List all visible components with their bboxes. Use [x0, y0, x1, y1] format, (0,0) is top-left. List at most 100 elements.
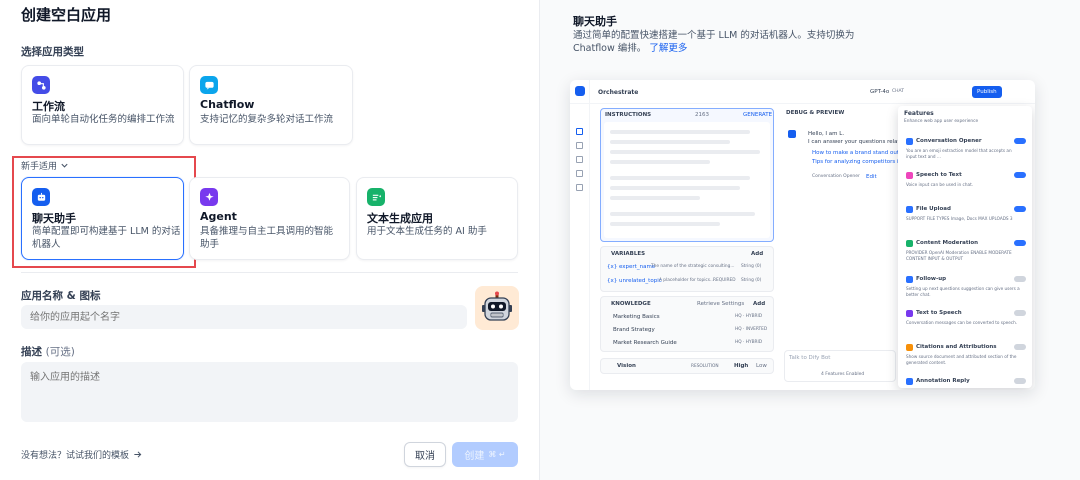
chatflow-icon — [200, 76, 218, 94]
feature-item: Speech to Text Voice input can be used in… — [906, 172, 1026, 200]
feature-toggle — [1014, 172, 1026, 178]
preview-panel: 聊天助手 通过简单的配置快速搭建一个基于 LLM 的对话机器人。支持切换为 Ch… — [540, 0, 1080, 480]
preview-sidebar — [570, 80, 590, 390]
card-title: 文本生成应用 — [367, 212, 433, 225]
card-title: Chatflow — [200, 98, 255, 111]
feature-icon — [906, 310, 913, 317]
publish-button: Publish — [972, 86, 1002, 98]
model-mode: CHAT — [892, 89, 905, 94]
enter-key-icon: ⌘ ↵ — [488, 450, 506, 459]
features-title: Features — [904, 110, 934, 117]
logs-icon — [576, 156, 583, 163]
var-key: {x} unrelated_topic — [607, 278, 662, 284]
feature-desc: You are an emoji extraction model that a… — [906, 148, 1012, 159]
app-name-input[interactable] — [21, 305, 467, 329]
retrieve-settings: Retrieve Settings — [697, 301, 745, 307]
preview-screenshot: Orchestrate GPT-4o CHAT Publish INSTRUCT… — [570, 80, 1035, 390]
feature-desc: Conversation messages can be converted t… — [906, 320, 1018, 325]
feature-item: Citations and Attributions Show source do… — [906, 344, 1026, 372]
card-desc: 支持记忆的复杂多轮对话工作流 — [200, 114, 334, 125]
orchestrate-icon — [576, 128, 583, 135]
feature-desc: PROVIDER OpenAI Moderation ENABLE MODERA… — [906, 250, 1012, 261]
kb-name: Market Research Guide — [613, 340, 677, 346]
variables-section: VARIABLES Add {x} expert_name The name o… — [600, 246, 774, 292]
variables-add: Add — [751, 251, 764, 257]
vision-label: Vision — [617, 363, 636, 369]
preview-header-title: Orchestrate — [598, 89, 639, 96]
highlight-box — [12, 156, 196, 268]
feature-toggle — [1014, 206, 1026, 212]
feature-toggle — [1014, 240, 1026, 246]
feature-icon — [906, 172, 913, 179]
resolution-label: RESOLUTION — [691, 364, 719, 369]
chat-greeting: Hello, I am L. — [808, 131, 845, 137]
feature-toggle — [1014, 344, 1026, 350]
var-type: String (0) — [741, 264, 762, 269]
create-button[interactable]: 创建 ⌘ ↵ — [452, 442, 518, 467]
description-optional: (可选) — [45, 346, 75, 358]
feature-item: Conversation Opener You are an emoji extr… — [906, 138, 1026, 166]
app-type-card-workflow[interactable]: 工作流 面向单轮自动化任务的编排工作流 — [21, 65, 184, 145]
preview-desc-text: 通过简单的配置快速搭建一个基于 LLM 的对话机器人。支持切换为 Chatflo… — [573, 30, 855, 54]
divider — [21, 272, 518, 273]
arrow-right-icon — [134, 451, 142, 458]
feature-toggle — [1014, 310, 1026, 316]
app-type-card-text-generator[interactable]: 文本生成应用 用于文本生成任务的 AI 助手 — [356, 177, 518, 260]
app-icon-picker[interactable] — [475, 286, 519, 330]
resolution-low: Low — [756, 363, 767, 369]
app-type-label: 选择应用类型 — [21, 46, 84, 58]
feature-desc: Voice input can be used in chat. — [906, 182, 974, 187]
var-req: REQUIRED — [713, 278, 736, 283]
opener-label: Conversation Opener — [812, 174, 860, 179]
feature-item: Annotation Reply — [906, 378, 1026, 390]
preview-desc: 通过简单的配置快速搭建一个基于 LLM 的对话机器人。支持切换为 Chatflo… — [573, 29, 873, 55]
debug-preview-label: DEBUG & PREVIEW — [786, 110, 845, 116]
app-type-card-agent[interactable]: Agent 具备推理与自主工具调用的智能助手 — [189, 177, 350, 260]
features-enabled: 4 Features Enabled — [821, 372, 865, 377]
feature-name: File Upload — [916, 206, 951, 212]
card-title: 工作流 — [32, 100, 65, 113]
kb-tag: HQ · HYBRID — [735, 340, 763, 345]
resolution-high: High — [734, 363, 749, 369]
var-type: String (0) — [741, 278, 762, 283]
card-title: Agent — [200, 210, 237, 223]
feature-toggle — [1014, 138, 1026, 144]
instructions-label: INSTRUCTIONS — [605, 112, 652, 118]
kb-tag: HQ · INVERTED — [735, 327, 768, 332]
app-description-input[interactable] — [21, 362, 518, 422]
feature-name: Content Moderation — [916, 240, 979, 246]
instructions-box: INSTRUCTIONS 2163 GENERATE — [600, 108, 774, 242]
kb-name: Marketing Basics — [613, 314, 660, 320]
publish-label: Publish — [977, 89, 997, 95]
feature-name: Citations and Attributions — [916, 344, 997, 350]
model-label: GPT-4o — [870, 89, 890, 95]
chat-input-placeholder: Talk to Dify Bot — [789, 355, 831, 361]
page-title: 创建空白应用 — [21, 6, 112, 24]
feature-icon — [906, 240, 913, 247]
app-type-card-chatflow[interactable]: Chatflow 支持记忆的复杂多轮对话工作流 — [189, 65, 353, 145]
feature-icon — [906, 206, 913, 213]
template-link[interactable]: 没有想法？试试我们的模板 — [21, 448, 142, 461]
var-key: {x} expert_name — [607, 264, 656, 270]
cancel-button[interactable]: 取消 — [404, 442, 446, 467]
preview-header: Orchestrate GPT-4o CHAT Publish — [570, 80, 1035, 104]
vision-section: Vision RESOLUTION High Low — [600, 358, 774, 374]
bot-avatar — [788, 130, 796, 138]
feature-desc: Setting up next questions suggestion can… — [906, 286, 1020, 297]
feature-name: Conversation Opener — [916, 138, 982, 144]
variables-label: VARIABLES — [611, 251, 646, 257]
text-generator-icon — [367, 188, 385, 206]
chat-suggestion: How to make a brand stand out? — [812, 150, 902, 156]
learn-more-link[interactable]: 了解更多 — [649, 43, 687, 54]
template-link-label: 没有想法？试试我们的模板 — [21, 451, 130, 461]
feature-icon — [906, 378, 913, 385]
agent-icon — [200, 188, 218, 206]
feature-desc: SUPPORT FILE TYPES Image, Docs MAX UPLOA… — [906, 216, 1013, 221]
feature-icon — [906, 344, 913, 351]
knowledge-section: KNOWLEDGE Retrieve Settings Add Marketin… — [600, 296, 774, 352]
feature-item: File Upload SUPPORT FILE TYPES Image, Doc… — [906, 206, 1026, 234]
monitor-icon — [576, 184, 583, 191]
var-desc: A placeholder for topics... — [659, 278, 715, 283]
card-desc: 用于文本生成任务的 AI 助手 — [367, 226, 487, 237]
knowledge-add: Add — [753, 301, 766, 307]
